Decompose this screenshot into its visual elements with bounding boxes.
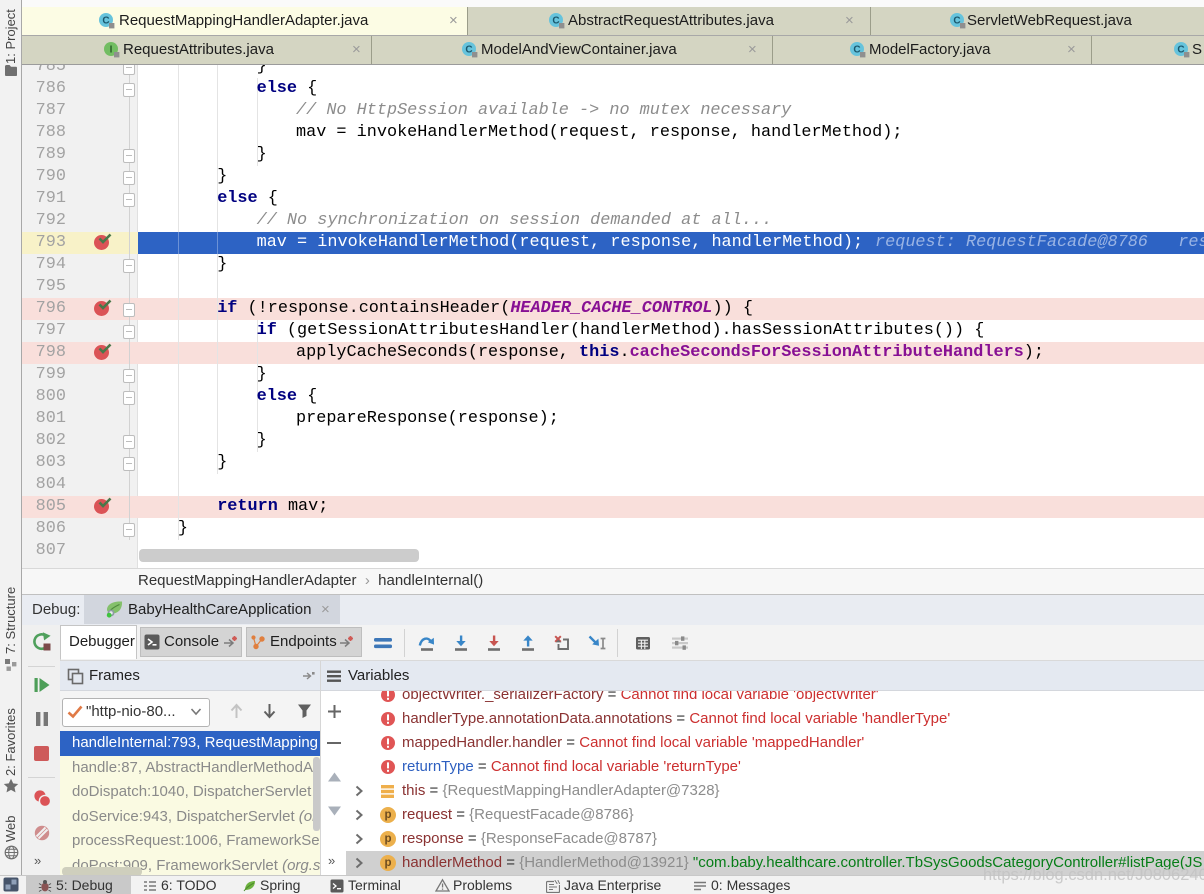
- svg-text:C: C: [853, 45, 860, 56]
- svg-text:C: C: [953, 16, 960, 27]
- svg-text:I: I: [110, 45, 113, 56]
- svg-text:C: C: [552, 16, 559, 27]
- svg-text:C: C: [102, 16, 109, 27]
- svg-text:C: C: [465, 45, 472, 56]
- svg-text:C: C: [1177, 45, 1184, 56]
